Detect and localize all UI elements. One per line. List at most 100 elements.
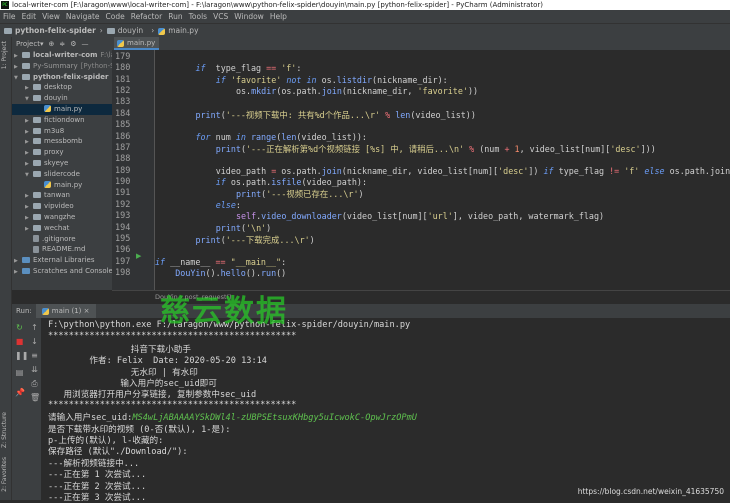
code-line: print('---视频已存在...\r') bbox=[236, 188, 364, 200]
code-token: : bbox=[296, 63, 302, 74]
tree-item[interactable]: ▶ vipvideo bbox=[12, 201, 112, 212]
pin-icon[interactable]: 📌 bbox=[15, 388, 25, 397]
tree-item[interactable]: ▶local-writer-comF:\larago bbox=[12, 50, 112, 61]
folder-icon bbox=[22, 52, 30, 58]
console-line: ---解析视频链接中... bbox=[48, 457, 139, 469]
tree-item[interactable]: ▶ skyeye bbox=[12, 158, 112, 169]
code-line: print('---下载完成...\r') bbox=[195, 234, 314, 246]
line-number: 195 bbox=[115, 233, 131, 244]
pause-icon[interactable]: ❚❚ bbox=[15, 351, 28, 360]
console-line: p-上传的(默认), l-收藏的: bbox=[48, 434, 163, 446]
tree-item[interactable]: ▶Py-Summary[Python-Sum bbox=[12, 61, 112, 72]
menu-code[interactable]: Code bbox=[106, 12, 125, 21]
code-token: num bbox=[210, 131, 236, 142]
code-token: '---视频已存在...\r' bbox=[266, 189, 359, 200]
tree-item[interactable]: ▶ messbomb bbox=[12, 136, 112, 147]
console-line: 无水印 | 有水印 bbox=[48, 366, 198, 378]
print-icon[interactable]: ⎙ bbox=[30, 379, 39, 388]
tree-item[interactable]: main.py bbox=[12, 103, 112, 115]
code-token: == bbox=[215, 256, 226, 267]
tree-item[interactable]: ▶ wechat bbox=[12, 223, 112, 234]
breadcrumb-folder[interactable]: douyin bbox=[106, 26, 147, 35]
console-line: ****************************************… bbox=[48, 400, 296, 410]
tree-item[interactable]: ▼ slidercode bbox=[12, 169, 112, 180]
soft-wrap-icon[interactable]: ≡ bbox=[30, 351, 39, 360]
code-line: if os.path.isfile(video_path): bbox=[216, 177, 367, 187]
line-number: 187 bbox=[115, 142, 131, 153]
tree-item[interactable]: ▶ m3u8 bbox=[12, 126, 112, 137]
console-line: 保存路径 (默认"./Download/"): bbox=[48, 445, 188, 457]
menu-help[interactable]: Help bbox=[270, 12, 287, 21]
folder-icon bbox=[106, 28, 115, 34]
tree-item[interactable]: ▶ fictiondown bbox=[12, 115, 112, 126]
tree-item-label: skyeye bbox=[44, 158, 69, 167]
menu-navigate[interactable]: Navigate bbox=[66, 12, 100, 21]
tree-item[interactable]: main.py bbox=[12, 180, 112, 191]
tree-item[interactable]: .gitignore bbox=[12, 234, 112, 245]
tree-item[interactable]: ▼python-felix-spiderF:\lar bbox=[12, 72, 112, 83]
code-token: 'f' bbox=[276, 63, 297, 74]
tree-item[interactable]: ▶ desktop bbox=[12, 82, 112, 93]
run-tab-main[interactable]: main (1) × bbox=[35, 304, 96, 318]
breadcrumb-file[interactable]: main.py bbox=[158, 26, 202, 35]
code-token: "__main__" bbox=[225, 256, 282, 267]
tree-item-label: python-felix-spider bbox=[33, 72, 109, 81]
menu-edit[interactable]: Edit bbox=[22, 12, 37, 21]
code-token: ])) bbox=[640, 143, 656, 154]
layout-icon[interactable]: ▤ bbox=[15, 368, 24, 377]
menu-file[interactable]: File bbox=[3, 12, 16, 21]
folder-icon bbox=[33, 203, 41, 210]
project-tool-tab[interactable]: 1: Project bbox=[1, 41, 8, 69]
code-token: os. bbox=[316, 74, 337, 85]
stop-icon[interactable]: ■ bbox=[15, 337, 24, 346]
favorites-tool-tab[interactable]: 2: Favorites bbox=[1, 457, 8, 492]
code-token: join bbox=[321, 165, 342, 176]
tree-item[interactable]: ▶ Scratches and Consoles bbox=[12, 266, 112, 277]
code-editor[interactable]: if type_flag == 'f': if 'favorite' not in… bbox=[155, 50, 730, 290]
code-token: isfile bbox=[271, 177, 302, 188]
menu-vcs[interactable]: VCS bbox=[213, 12, 228, 21]
rerun-icon[interactable]: ↻ bbox=[15, 323, 24, 332]
line-number: 182 bbox=[115, 86, 131, 97]
menu-run[interactable]: Run bbox=[168, 12, 182, 21]
down-icon[interactable]: ↓ bbox=[30, 337, 39, 346]
run-console[interactable]: F:\python\python.exe F:/laragon/www/pyth… bbox=[42, 318, 730, 503]
menu-refactor[interactable]: Refactor bbox=[131, 12, 162, 21]
project-tree: ▶local-writer-comF:\larago▶Py-Summary[Py… bbox=[12, 50, 112, 290]
console-line: 作者: Felix Date: 2020-05-20 13:14 bbox=[48, 354, 267, 366]
python-file-icon bbox=[117, 39, 124, 47]
structure-tool-tab[interactable]: Z: Structure bbox=[1, 412, 8, 448]
breadcrumb-project[interactable]: python-felix-spider bbox=[4, 26, 96, 35]
line-number: 181 bbox=[115, 74, 131, 85]
code-line: print('\n') bbox=[216, 223, 271, 233]
trash-icon[interactable]: 🗑 bbox=[30, 393, 40, 402]
code-token: != bbox=[609, 165, 620, 176]
tree-item[interactable]: ▼ douyin bbox=[12, 93, 112, 104]
scroll-end-icon[interactable]: ⇊ bbox=[30, 365, 39, 374]
tab-main-py[interactable]: main.py bbox=[114, 37, 159, 50]
tree-item[interactable]: README.md bbox=[12, 244, 112, 255]
hide-icon[interactable]: — bbox=[82, 40, 89, 48]
tree-item[interactable]: ▶ wangzhe bbox=[12, 212, 112, 223]
code-token: () bbox=[276, 268, 287, 279]
collapse-icon[interactable]: ≑ bbox=[59, 40, 65, 48]
code-token: self bbox=[235, 211, 257, 222]
menu-window[interactable]: Window bbox=[234, 12, 264, 21]
target-icon[interactable]: ⊕ bbox=[48, 40, 54, 48]
line-number: 197 bbox=[115, 256, 131, 267]
menu-tools[interactable]: Tools bbox=[189, 12, 207, 21]
tree-item[interactable]: ▶ tanwan bbox=[12, 190, 112, 201]
project-view-dropdown[interactable]: Project▾ bbox=[16, 40, 43, 48]
line-gutter: ▶ 179 180 181 182 183 184 185 186 187 188 189 190 19… bbox=[112, 50, 155, 290]
gear-icon[interactable]: ⚙ bbox=[70, 40, 76, 48]
tree-item[interactable]: ▶ proxy bbox=[12, 147, 112, 158]
expand-arrow-icon[interactable]: ▶ bbox=[14, 267, 22, 278]
tree-item[interactable]: ▶ External Libraries bbox=[12, 255, 112, 266]
up-icon[interactable]: ↑ bbox=[30, 323, 39, 332]
code-token: ], video_path, watermark_flag) bbox=[452, 211, 605, 222]
console-text: ****************************************… bbox=[48, 331, 297, 342]
run-gutter-icon[interactable]: ▶ bbox=[136, 252, 141, 260]
menu-view[interactable]: View bbox=[42, 12, 60, 21]
code-token: len bbox=[281, 131, 297, 142]
code-token: '---视频下载中: 共有%d个作品...\r' bbox=[225, 109, 381, 120]
